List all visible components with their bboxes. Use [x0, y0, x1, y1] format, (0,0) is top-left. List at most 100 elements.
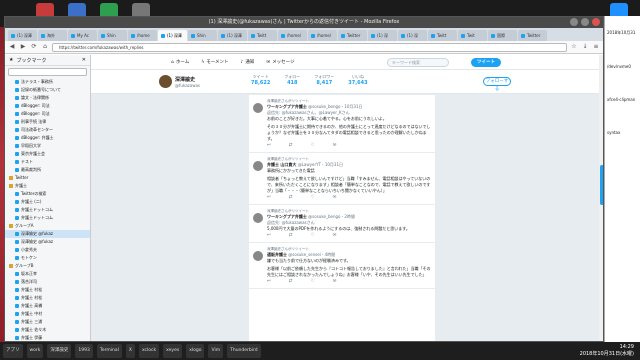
message-icon[interactable]: ✉ — [333, 195, 337, 201]
tweet[interactable]: 深澤諭史さんがリツイート ワーキングプア弁護士 @sosuke_bengo · 2… — [249, 205, 435, 243]
browser-tab[interactable]: (1) 深 — [368, 30, 397, 41]
like-icon[interactable]: ♡ — [311, 143, 315, 149]
taskbar-item[interactable]: work — [26, 344, 44, 358]
taskbar-item[interactable]: xlogo — [186, 344, 205, 358]
browser-tab[interactable]: (1) 深澤 — [8, 30, 37, 41]
retweet-icon[interactable]: ⇄ — [289, 279, 293, 285]
message-icon[interactable]: ✉ — [333, 233, 337, 239]
clock[interactable]: 14:29 2018年10月31日(水曜) — [580, 344, 634, 358]
bookmark-star-icon[interactable]: ☆ — [570, 43, 578, 51]
tweet-author-name[interactable]: 通販弁護士 — [267, 252, 287, 257]
retweet-icon[interactable]: ⇄ — [289, 233, 293, 239]
tweet-avatar[interactable] — [253, 103, 263, 113]
sidebar-close-icon[interactable]: ✕ — [82, 57, 86, 63]
close-button[interactable] — [592, 18, 600, 26]
browser-tab[interactable]: Twitter — [338, 30, 367, 41]
bookmark-item[interactable]: 論文 - 法律関係 — [5, 94, 90, 102]
bookmark-item[interactable]: 弁護士 高橋 — [5, 302, 90, 310]
bookmark-folder[interactable]: Twitter — [5, 174, 90, 182]
home-icon[interactable]: ⌂ — [41, 43, 49, 51]
bookmark-item[interactable]: Twitterの検索 — [5, 190, 90, 198]
reload-icon[interactable]: ⟳ — [30, 43, 38, 51]
browser-tab[interactable]: 海外 — [38, 30, 67, 41]
tweet[interactable]: 深澤諭史さんがリツイート 通販弁護士 @sosuke_sensei · 4時間 嫌で… — [249, 243, 435, 289]
taskbar-item[interactable]: 1993 — [75, 344, 93, 358]
bookmark-item[interactable]: dBlogger: 弁護士 — [5, 134, 90, 142]
url-bar[interactable]: https://twitter.com/fukazawas/with_repli… — [52, 42, 567, 52]
nav-notifications[interactable]: ♪ 通知 — [241, 59, 255, 66]
tweet-date[interactable]: 2時間 — [344, 214, 355, 219]
tweet[interactable]: 深澤諭史さんがリツイート ワーキングプア弁護士 @sosuke_bengo · 1… — [249, 95, 435, 153]
tweet-avatar[interactable] — [253, 213, 263, 223]
profile-stat[interactable]: フォロー 418 — [284, 74, 300, 86]
tweet-author-name[interactable]: 弁護士 山口貴大 — [267, 162, 296, 167]
forward-icon[interactable]: ▶ — [19, 43, 27, 51]
tweet[interactable]: 深澤諭史さんがリツイート 弁護士 山口貴大 @LawyerYT · 10月31日事… — [249, 153, 435, 205]
bookmark-item[interactable]: 弁護士 伊藤 — [5, 334, 90, 341]
bookmark-item[interactable]: 坂本正幸 — [5, 270, 90, 278]
taskbar-item[interactable]: 深澤諭史 — [47, 344, 72, 358]
bookmark-item[interactable]: 記録の紙番号について — [5, 86, 90, 94]
avatar[interactable] — [159, 75, 172, 88]
reply-icon[interactable]: ↩ — [267, 279, 271, 285]
bookmark-item[interactable]: 弁護士 中村 — [5, 310, 90, 318]
taskbar-item[interactable]: X — [125, 344, 135, 358]
browser-tab[interactable]: Twitter — [518, 30, 547, 41]
minimize-button[interactable] — [570, 18, 578, 26]
bookmark-item[interactable]: 東京弁護士会 — [5, 150, 90, 158]
browser-tab[interactable]: (1) 深澤 — [218, 30, 247, 41]
bookmark-item[interactable]: 刑事手続 法律 — [5, 118, 90, 126]
browser-tab[interactable]: (1) 深 — [398, 30, 427, 41]
nav-moments[interactable]: ϟ モーメント — [201, 59, 228, 66]
bookmark-item[interactable]: 深澤諭史 @fukaz — [5, 230, 90, 238]
bookmark-item[interactable]: 司法改革センター — [5, 126, 90, 134]
reply-icon[interactable]: ↩ — [267, 143, 271, 149]
browser-tab[interactable]: Twitt — [248, 30, 277, 41]
taskbar-item[interactable]: Thunderbird — [227, 344, 261, 358]
tweet-avatar[interactable] — [253, 161, 263, 171]
bookmark-item[interactable]: 弁護士 佐々木 — [5, 326, 90, 334]
tweet-date[interactable]: 10月31日 — [344, 104, 362, 109]
tweet-date[interactable]: 4時間 — [325, 252, 336, 257]
profile-stat[interactable]: フォロワー 8,417 — [314, 74, 334, 86]
reply-icon[interactable]: ↩ — [267, 195, 271, 201]
browser-tab[interactable]: Shin — [188, 30, 217, 41]
tweet-date[interactable]: 10月31日 — [325, 162, 343, 167]
tweet-button[interactable]: ツイート — [471, 58, 501, 67]
reply-icon[interactable]: ↩ — [267, 233, 271, 239]
menu-icon[interactable]: ≡ — [592, 43, 600, 51]
taskbar-item[interactable]: Terminal — [96, 344, 122, 358]
taskbar-item[interactable]: Vim — [208, 344, 224, 358]
bookmark-item[interactable]: dBlogger: 司法 — [5, 110, 90, 118]
bookmark-item[interactable]: 早稲田大学 — [5, 142, 90, 150]
retweet-icon[interactable]: ⇄ — [289, 195, 293, 201]
bookmark-folder[interactable]: 弁護士 — [5, 182, 90, 190]
profile-stat[interactable]: ツイート 78,622 — [251, 74, 270, 86]
browser-tab[interactable]: Shin — [98, 30, 127, 41]
bookmark-item[interactable]: 弁護士 村松 — [5, 286, 90, 294]
bookmark-item[interactable]: 弁護士 三浦 — [5, 318, 90, 326]
bookmark-item[interactable]: 落合洋司 — [5, 278, 90, 286]
downloads-icon[interactable]: ↓ — [581, 43, 589, 51]
bookmark-item[interactable]: 弁護士ドットコム — [5, 206, 90, 214]
like-icon[interactable]: ♡ — [311, 233, 315, 239]
bookmark-item[interactable]: dBlogger: 司法 — [5, 102, 90, 110]
message-icon[interactable]: ✉ — [333, 279, 337, 285]
browser-tab[interactable]: Twitt — [428, 30, 457, 41]
browser-tab[interactable]: (1) 深澤 — [158, 30, 187, 41]
bookmark-item[interactable]: モトケン — [5, 254, 90, 262]
browser-tab[interactable]: /home/ — [308, 30, 337, 41]
taskbar-item[interactable]: xeyes — [163, 344, 183, 358]
bookmark-folder[interactable]: グループA — [5, 222, 90, 230]
maximize-button[interactable] — [581, 18, 589, 26]
sidebar-search-input[interactable] — [8, 68, 87, 76]
bookmark-item[interactable]: テスト — [5, 158, 90, 166]
bookmark-item[interactable]: 弁護士 (二) — [5, 198, 90, 206]
bookmark-item[interactable]: 小倉秀夫 — [5, 246, 90, 254]
back-icon[interactable]: ◀ — [8, 43, 16, 51]
tweet-author-name[interactable]: ワーキングプア弁護士 — [267, 104, 307, 109]
bookmark-item[interactable]: 深澤諭史 @fukaz — [5, 238, 90, 246]
bookmark-folder[interactable]: グループB — [5, 262, 90, 270]
follow-button[interactable]: フォローする — [483, 77, 511, 92]
browser-tab[interactable]: /home — [128, 30, 157, 41]
